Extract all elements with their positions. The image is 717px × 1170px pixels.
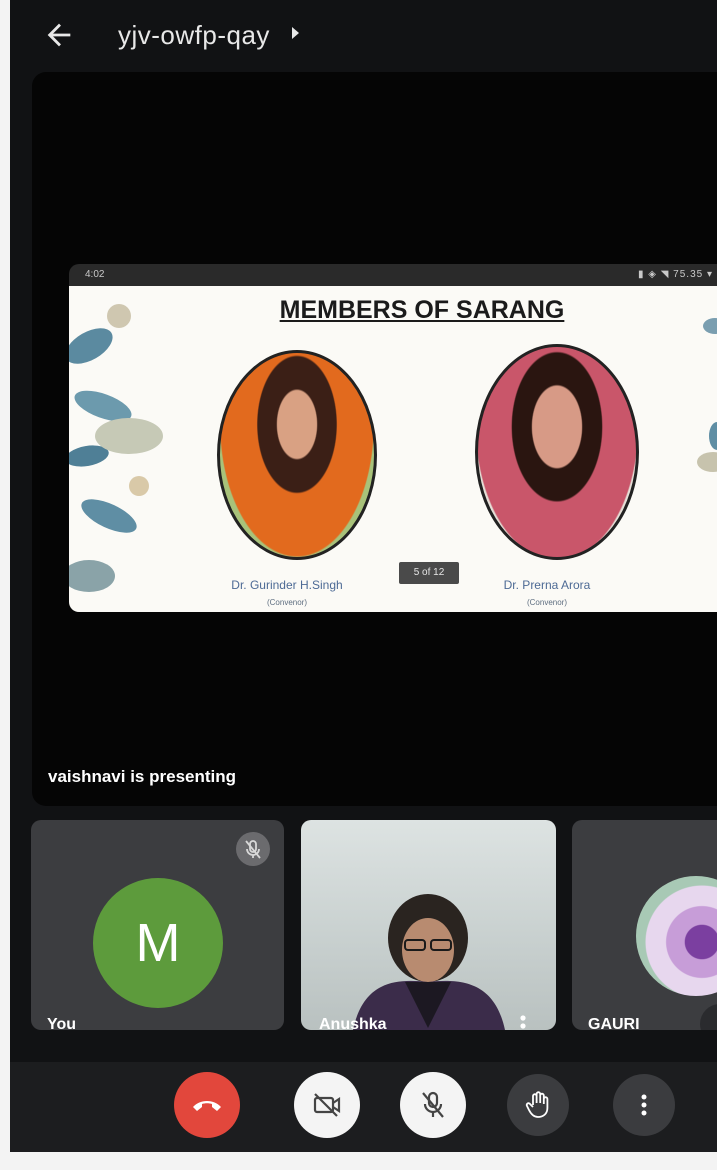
- presentation-panel[interactable]: 4:02 ▮ ◈ ◥ 75.35 ▾ MEMBERS OF SARANG Dr.…: [32, 72, 717, 806]
- presenter-status-bar: 4:02 ▮ ◈ ◥ 75.35 ▾: [69, 264, 717, 286]
- participant-name: Anushka: [319, 1016, 387, 1030]
- member-photo-2: [475, 344, 639, 560]
- participant-name: GAURI: [588, 1016, 640, 1030]
- floral-decoration-left: [69, 304, 163, 592]
- meeting-info-arrow-icon[interactable]: [292, 27, 299, 39]
- presenter-system-icons: ▮ ◈ ◥ 75.35 ▾: [637, 269, 713, 280]
- floral-decoration-right: [697, 318, 717, 472]
- avatar: M: [93, 878, 223, 1008]
- raise-hand-icon: [525, 1091, 549, 1118]
- camera-toggle-button[interactable]: [294, 1072, 360, 1138]
- participant-name: You: [47, 1016, 77, 1030]
- end-call-icon: [193, 1101, 221, 1111]
- slide: MEMBERS OF SARANG Dr. Gurinder H.Singh (…: [69, 286, 717, 612]
- member-role-2: (Convenor): [526, 598, 567, 607]
- avatar: [636, 876, 717, 996]
- mic-off-icon: [422, 1091, 444, 1118]
- mic-off-icon: [245, 840, 261, 859]
- raise-hand-button[interactable]: [507, 1074, 569, 1136]
- shared-screen: 4:02 ▮ ◈ ◥ 75.35 ▾ MEMBERS OF SARANG Dr.…: [69, 264, 717, 612]
- participant-video: [353, 894, 505, 1030]
- participant-tile-you[interactable]: M You: [31, 820, 284, 1030]
- presenter-clock: 4:02: [85, 269, 105, 280]
- mic-off-indicator: [236, 832, 270, 866]
- avatar-letter: M: [135, 913, 181, 973]
- member-caption-2: Dr. Prerna Arora (Convenor): [457, 578, 637, 607]
- screen-frame-left: [0, 0, 10, 1170]
- call-controls: [10, 1062, 717, 1152]
- more-options-button[interactable]: [613, 1074, 675, 1136]
- member-caption-1: Dr. Gurinder H.Singh (Convenor): [197, 578, 377, 607]
- member-role-1: (Convenor): [266, 598, 307, 607]
- more-options-icon[interactable]: [515, 1012, 531, 1030]
- participant-options-button[interactable]: [700, 1004, 717, 1030]
- member-name-1: Dr. Gurinder H.Singh: [231, 578, 343, 592]
- back-arrow-icon[interactable]: [42, 18, 76, 52]
- participant-tile-anushka[interactable]: Anushka: [301, 820, 556, 1030]
- slide-page-indicator: 5 of 12: [399, 562, 459, 584]
- more-vert-icon: [641, 1094, 647, 1116]
- member-name-2: Dr. Prerna Arora: [503, 578, 591, 592]
- member-photo-1: [217, 350, 377, 560]
- top-bar: yjv-owfp-qay: [10, 0, 717, 70]
- presenter-label: vaishnavi is presenting: [48, 767, 237, 786]
- end-call-button[interactable]: [174, 1072, 240, 1138]
- meeting-code[interactable]: yjv-owfp-qay: [118, 20, 270, 51]
- screen-frame-bottom: [0, 1152, 717, 1170]
- slide-title: MEMBERS OF SARANG: [279, 296, 565, 324]
- microphone-toggle-button[interactable]: [400, 1072, 466, 1138]
- camera-off-icon: [313, 1093, 341, 1117]
- participant-tile-gauri[interactable]: GAURI: [572, 820, 717, 1030]
